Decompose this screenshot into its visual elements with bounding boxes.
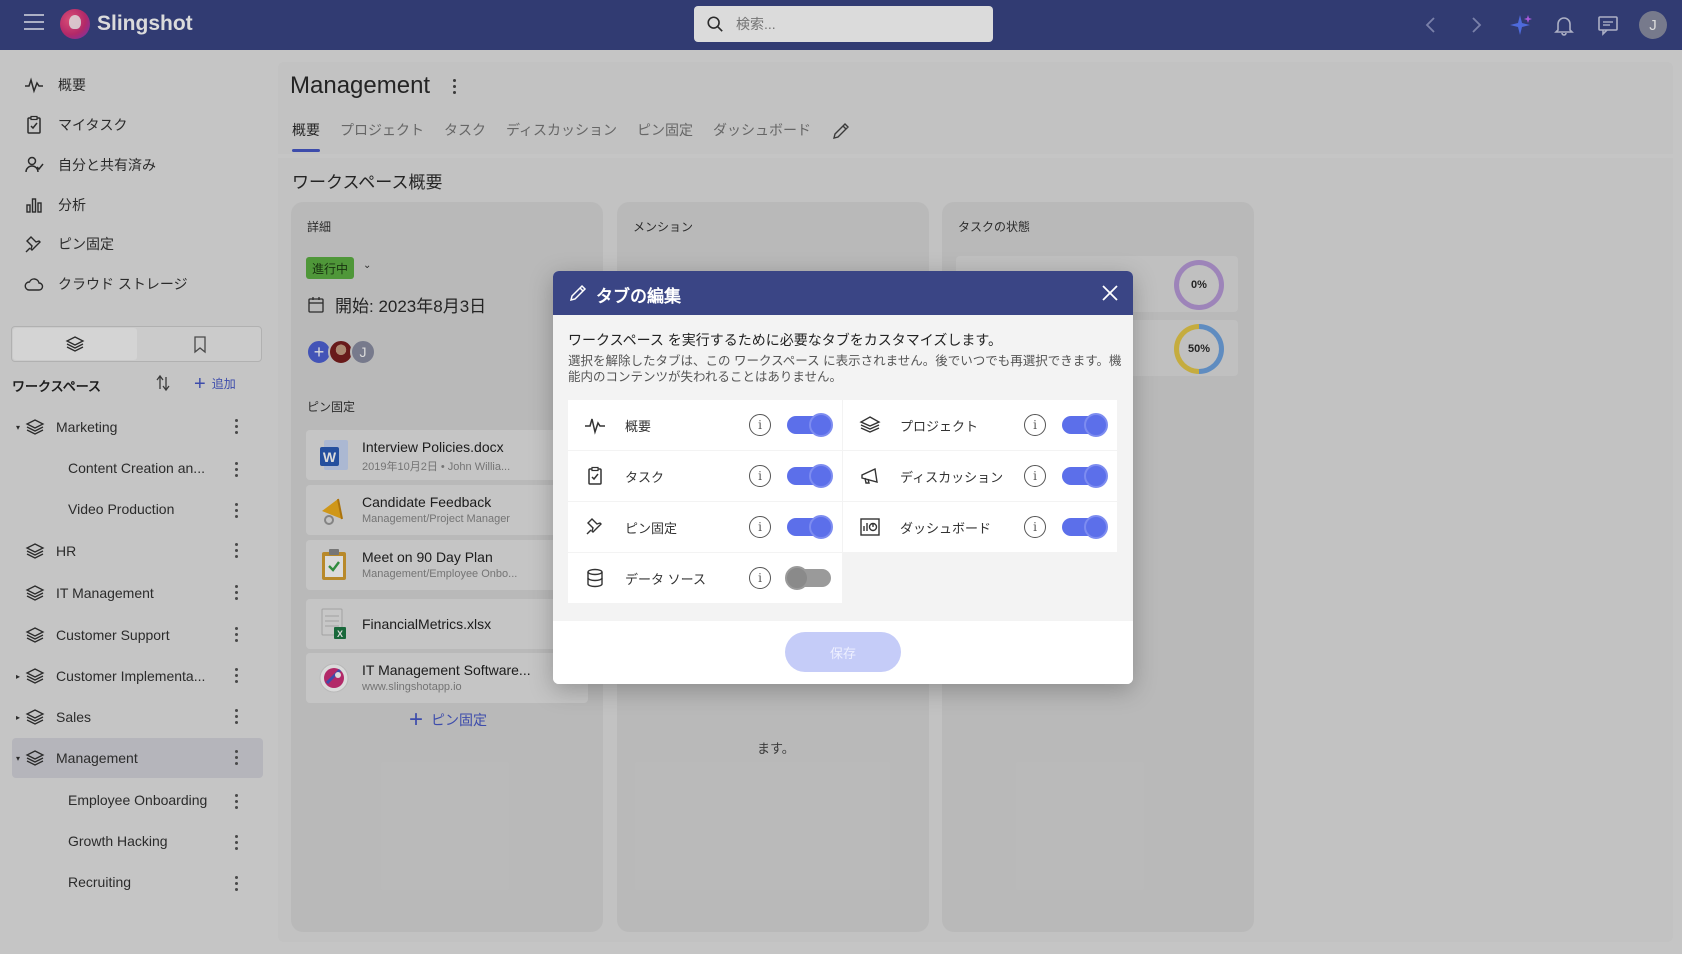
info-icon[interactable]: i	[749, 567, 771, 589]
tab-toggle[interactable]	[1062, 515, 1108, 539]
tab-option-dashboards: ダッシュボード i	[843, 502, 1117, 552]
layers-icon	[859, 416, 881, 433]
tab-option-tasks: タスク i	[568, 451, 842, 501]
save-button[interactable]: 保存	[785, 632, 901, 672]
clipboard-check-icon	[588, 466, 602, 485]
tab-option-label: データ ソース	[625, 572, 706, 587]
dashboard-icon	[860, 518, 880, 536]
dialog-body: ワークスペース を実行するために必要なタブをカスタマイズします。 選択を解除した…	[553, 315, 1133, 621]
tab-option-label: ディスカッション	[900, 470, 1004, 485]
dialog-title: タブの編集	[596, 287, 681, 306]
tab-option-label: ダッシュボード	[900, 521, 992, 536]
tab-toggle[interactable]	[787, 413, 833, 437]
tab-toggle[interactable]	[787, 464, 833, 488]
tab-option-pinned: ピン固定 i	[568, 502, 842, 552]
tab-option-data-sources: データ ソース i	[568, 553, 842, 603]
dialog-lead-text: ワークスペース を実行するために必要なタブをカスタマイズします。	[568, 332, 1002, 348]
tab-toggle[interactable]	[1062, 413, 1108, 437]
dialog-description: 選択を解除したタブは、この ワークスペース に表示されません。後でいつでも再選択…	[568, 354, 1122, 384]
info-icon[interactable]: i	[749, 516, 771, 538]
pencil-icon	[569, 284, 587, 302]
tab-option-label: ピン固定	[625, 521, 678, 536]
database-icon	[587, 568, 603, 588]
tab-option-discussions: ディスカッション i	[843, 451, 1117, 501]
dialog-header: タブの編集	[553, 271, 1133, 315]
info-icon[interactable]: i	[749, 414, 771, 436]
tab-option-label: プロジェクト	[900, 419, 979, 434]
tab-toggle[interactable]	[785, 566, 831, 590]
close-icon[interactable]	[1101, 284, 1119, 302]
tab-option-projects: プロジェクト i	[843, 400, 1117, 450]
tab-option-overview: 概要 i	[568, 400, 842, 450]
info-icon[interactable]: i	[1024, 414, 1046, 436]
info-icon[interactable]: i	[1024, 516, 1046, 538]
dialog-footer: 保存	[553, 621, 1133, 684]
megaphone-icon	[861, 467, 878, 484]
tab-toggle[interactable]	[787, 515, 833, 539]
tab-option-label: 概要	[625, 419, 652, 434]
pin-icon	[586, 518, 602, 535]
info-icon[interactable]: i	[1024, 465, 1046, 487]
info-icon[interactable]: i	[749, 465, 771, 487]
activity-icon	[585, 418, 605, 435]
tab-toggle[interactable]	[1062, 464, 1108, 488]
tab-option-label: タスク	[625, 470, 665, 485]
edit-tabs-dialog: タブの編集 ワークスペース を実行するために必要なタブをカスタマイズします。 選…	[553, 271, 1133, 684]
